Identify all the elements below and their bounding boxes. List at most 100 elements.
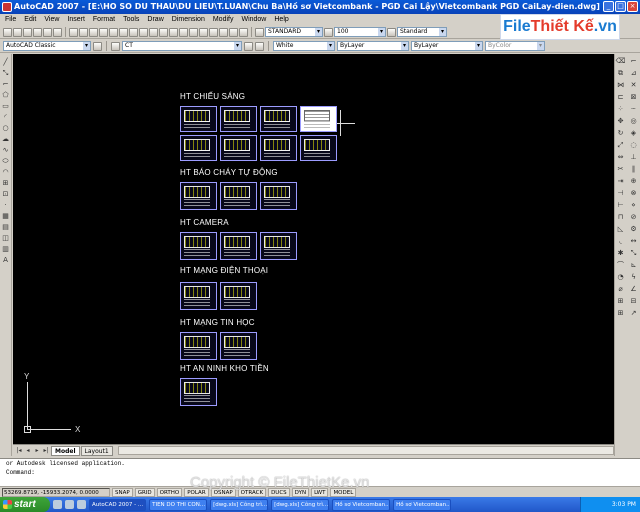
erase-icon[interactable]: ⌫ bbox=[616, 57, 626, 66]
workspace-dropdown[interactable]: AutoCAD Classic bbox=[3, 41, 91, 51]
coordinate-readout[interactable]: 53269.8719, -15933.2074, 0.0000 bbox=[2, 487, 110, 497]
explode-icon[interactable]: ✱ bbox=[616, 249, 625, 258]
drawing-sheet-thumbnail[interactable] bbox=[260, 106, 297, 132]
ellipse-arc-icon[interactable]: ◠ bbox=[1, 168, 10, 177]
array-icon[interactable]: ⁘ bbox=[616, 105, 625, 114]
menu-edit[interactable]: Edit bbox=[23, 14, 37, 25]
osnap-tangent-icon[interactable]: ◌ bbox=[629, 141, 638, 150]
command-window[interactable]: or Autodesk licensed application. Comman… bbox=[0, 458, 640, 486]
drawing-sheet-thumbnail[interactable] bbox=[220, 106, 257, 132]
osnap-insert-icon[interactable]: ⊕ bbox=[629, 177, 638, 186]
status-toggle-model[interactable]: MODEL bbox=[330, 487, 357, 497]
drawing-sheet-thumbnail[interactable] bbox=[180, 135, 217, 161]
multiline-text-icon[interactable]: A bbox=[1, 256, 10, 265]
dim-baseline-icon[interactable]: ⊟ bbox=[629, 297, 638, 306]
dim-jogged-icon[interactable]: ϟ bbox=[629, 273, 638, 282]
drawing-sheet-thumbnail[interactable] bbox=[220, 135, 257, 161]
status-toggle-polar[interactable]: POLAR bbox=[184, 487, 209, 497]
menu-window[interactable]: Window bbox=[240, 14, 267, 25]
taskbar-window-button[interactable]: TIEN DO THI CON... bbox=[149, 498, 208, 511]
revision-cloud-icon[interactable]: ☁ bbox=[1, 135, 10, 144]
drawing-sheet-thumbnail[interactable] bbox=[220, 182, 257, 210]
tool-palettes-icon[interactable] bbox=[199, 27, 208, 37]
make-current-layer-icon[interactable] bbox=[244, 41, 253, 51]
line-icon[interactable]: ╱ bbox=[1, 58, 10, 67]
cut-icon[interactable] bbox=[69, 27, 78, 37]
status-toggle-otrack[interactable]: OTRACK bbox=[237, 487, 267, 497]
redo-icon[interactable] bbox=[129, 27, 138, 37]
table-style-icon[interactable] bbox=[387, 27, 396, 37]
open-icon[interactable] bbox=[13, 27, 22, 37]
desktop-quicklaunch-icon[interactable] bbox=[65, 500, 74, 509]
help-icon[interactable] bbox=[239, 27, 248, 37]
menu-modify[interactable]: Modify bbox=[212, 14, 235, 25]
copy-icon[interactable] bbox=[79, 27, 88, 37]
publish-icon[interactable] bbox=[53, 27, 62, 37]
properties-icon[interactable] bbox=[179, 27, 188, 37]
ie-quicklaunch-icon[interactable] bbox=[53, 500, 62, 509]
system-tray-clock[interactable]: 3:03 PM bbox=[580, 497, 640, 512]
drawing-sheet-thumbnail[interactable] bbox=[180, 232, 217, 260]
status-toggle-lwt[interactable]: LWT bbox=[311, 487, 329, 497]
drawing-sheet-thumbnail[interactable] bbox=[180, 106, 217, 132]
drawing-sheet-thumbnail[interactable] bbox=[260, 182, 297, 210]
workspace-settings-icon[interactable] bbox=[93, 41, 102, 51]
dim-linear-icon[interactable]: ↔ bbox=[629, 237, 638, 246]
insert-block-icon[interactable]: ⊞ bbox=[1, 179, 10, 188]
menu-draw[interactable]: Draw bbox=[146, 14, 164, 25]
osnap-perpendicular-icon[interactable]: ⊥ bbox=[629, 153, 638, 162]
match-properties-icon[interactable] bbox=[99, 27, 108, 37]
status-toggle-ortho[interactable]: ORTHO bbox=[156, 487, 183, 497]
taskbar-window-button[interactable]: Hồ sơ Vietcomban... bbox=[332, 498, 391, 511]
region-icon[interactable]: ◫ bbox=[1, 234, 10, 243]
rectangle-icon[interactable]: ▭ bbox=[1, 102, 10, 111]
dim-style-dropdown[interactable]: Standard bbox=[397, 27, 447, 37]
status-toggle-dyn[interactable]: DYN bbox=[291, 487, 310, 497]
spline-icon[interactable]: ∿ bbox=[1, 146, 10, 155]
osnap-none-icon[interactable]: ⊘ bbox=[629, 213, 638, 222]
command-prompt[interactable]: Command: bbox=[6, 468, 640, 477]
osnap-apparent-icon[interactable]: ⊠ bbox=[629, 93, 638, 102]
drawing-sheet-thumbnail[interactable] bbox=[180, 378, 217, 406]
maximize-button[interactable]: □ bbox=[615, 1, 626, 12]
status-toggle-osnap[interactable]: OSNAP bbox=[210, 487, 236, 497]
menu-dimension[interactable]: Dimension bbox=[171, 14, 206, 25]
start-button[interactable]: start bbox=[0, 497, 50, 512]
zoom-previous-icon[interactable] bbox=[169, 27, 178, 37]
status-toggle-snap[interactable]: SNAP bbox=[112, 487, 133, 497]
taskbar-window-button[interactable]: Hồ sơ Vietcomban... bbox=[393, 498, 452, 511]
trim-icon[interactable]: ✂ bbox=[616, 165, 625, 174]
save-icon[interactable] bbox=[23, 27, 32, 37]
drawing-sheet-thumbnail[interactable] bbox=[220, 332, 257, 360]
taskbar-window-button[interactable]: [dwg.xls] Công trì... bbox=[271, 498, 330, 511]
osnap-intersection-icon[interactable]: ✕ bbox=[629, 81, 638, 90]
osnap-settings-icon[interactable]: ⚙ bbox=[629, 225, 638, 234]
drawing-sheet-thumbnail[interactable] bbox=[220, 282, 257, 310]
ellipse-icon[interactable]: ⬭ bbox=[1, 157, 10, 166]
quickcalc-icon[interactable] bbox=[229, 27, 238, 37]
dim-diameter-icon[interactable]: ⌀ bbox=[616, 285, 625, 294]
table-icon[interactable]: ▥ bbox=[1, 245, 10, 254]
point-icon[interactable]: · bbox=[1, 201, 10, 210]
osnap-extension-icon[interactable]: ┄ bbox=[629, 105, 638, 114]
polyline-icon[interactable]: ⌐ bbox=[1, 80, 10, 89]
plot-preview-icon[interactable] bbox=[43, 27, 52, 37]
minimize-button[interactable]: _ bbox=[603, 1, 614, 12]
gradient-icon[interactable]: ▤ bbox=[1, 223, 10, 232]
dim-radius-icon[interactable]: ◔ bbox=[616, 273, 625, 282]
mirror-icon[interactable]: ⋈ bbox=[616, 81, 625, 90]
tab-layout1[interactable]: Layout1 bbox=[80, 445, 113, 456]
drawing-sheet-thumbnail[interactable] bbox=[260, 232, 297, 260]
dim-angular-icon[interactable]: ∠ bbox=[629, 285, 638, 294]
dim-arc-icon[interactable]: ⌒ bbox=[616, 261, 625, 270]
drawing-sheet-thumbnail[interactable] bbox=[180, 282, 217, 310]
chamfer-icon[interactable]: ◺ bbox=[616, 225, 625, 234]
quick-leader-icon[interactable]: ↗ bbox=[629, 309, 638, 318]
scale-icon[interactable]: ⤢ bbox=[616, 141, 625, 150]
dim-ordinate-icon[interactable]: ⊾ bbox=[629, 261, 638, 270]
osnap-nearest-icon[interactable]: ⋄ bbox=[629, 201, 638, 210]
status-toggle-ducs[interactable]: DUCS bbox=[268, 487, 290, 497]
circle-icon[interactable]: ○ bbox=[1, 124, 10, 133]
osnap-node-icon[interactable]: ⊗ bbox=[629, 189, 638, 198]
text-style-dropdown[interactable]: STANDARD bbox=[265, 27, 323, 37]
